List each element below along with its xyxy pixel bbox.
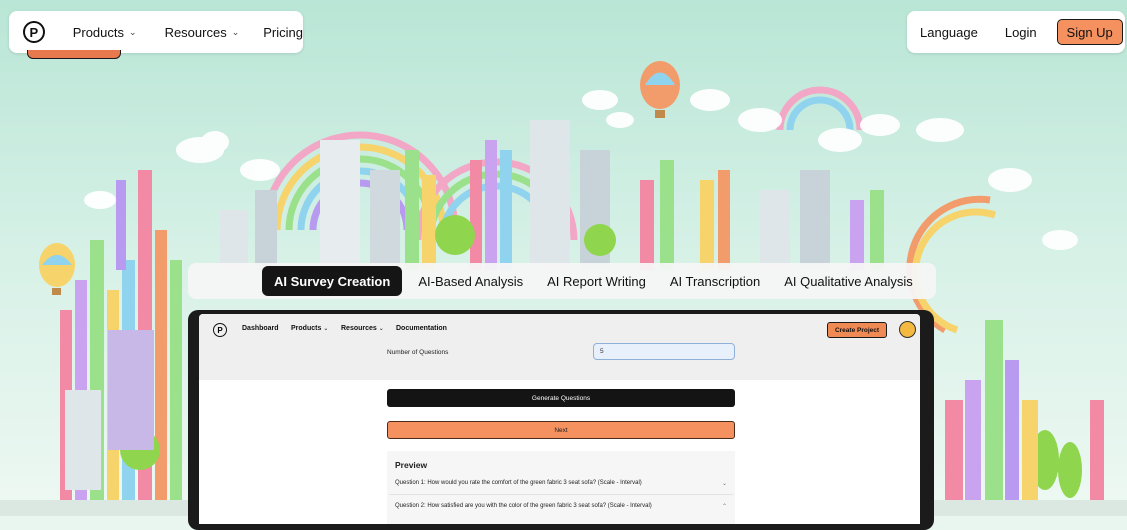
- nav-pricing[interactable]: Pricing: [263, 25, 303, 40]
- app-header: [199, 314, 920, 380]
- question-text: Question 2: How satisfied are you with t…: [395, 503, 652, 509]
- nav-resources[interactable]: Resources ⌄: [165, 25, 240, 40]
- cta-button-peek: [27, 50, 121, 59]
- chevron-down-icon: ⌄: [323, 326, 329, 332]
- preview-panel: [387, 451, 735, 524]
- tab-ai-based-analysis[interactable]: AI-Based Analysis: [406, 266, 535, 296]
- question-row[interactable]: Question 1: How would you rate the comfo…: [395, 480, 729, 487]
- generate-questions-button[interactable]: Generate Questions: [387, 389, 735, 407]
- feature-tabs: AI Survey Creation AI-Based Analysis AI …: [188, 263, 936, 299]
- question-row[interactable]: Question 2: How satisfied are you with t…: [395, 503, 729, 510]
- app-logo-icon[interactable]: P: [213, 323, 227, 337]
- question-text: Question 1: How would you rate the comfo…: [395, 480, 642, 486]
- nav-products-label: Products: [72, 24, 125, 40]
- avatar-icon[interactable]: [899, 321, 916, 338]
- app-nav-documentation[interactable]: Documentation: [396, 325, 447, 332]
- top-nav-left: P Products ⌄ Resources ⌄ Pricing: [9, 11, 303, 53]
- app-nav-resources[interactable]: Resources ⌄: [341, 325, 384, 332]
- tab-ai-qualitative-analysis[interactable]: AI Qualitative Analysis: [772, 266, 925, 296]
- nav-products[interactable]: Products ⌄: [73, 25, 137, 40]
- number-of-questions-input[interactable]: 5: [593, 343, 735, 360]
- top-nav-right: Language Login Sign Up: [907, 11, 1125, 53]
- logo-icon[interactable]: P: [23, 21, 45, 43]
- chevron-up-icon: ⌃: [721, 504, 727, 510]
- nav-resources-label: Resources: [164, 24, 227, 40]
- signup-button[interactable]: Sign Up: [1056, 19, 1123, 45]
- tab-ai-survey-creation[interactable]: AI Survey Creation: [262, 266, 403, 296]
- app-nav-products-label: Products: [291, 325, 322, 332]
- app-nav-products[interactable]: Products ⌄: [291, 325, 328, 332]
- divider: [389, 494, 733, 495]
- app-nav-resources-label: Resources: [341, 325, 377, 332]
- language-link[interactable]: Language: [920, 25, 978, 40]
- tab-ai-report-writing[interactable]: AI Report Writing: [535, 266, 658, 296]
- app-screenshot: P Dashboard Products ⌄ Resources ⌄ Documen…: [199, 314, 920, 524]
- number-of-questions-label: Number of Questions: [387, 349, 449, 356]
- chevron-down-icon: ⌄: [129, 26, 137, 37]
- preview-title: Preview: [395, 460, 428, 470]
- next-button[interactable]: Next: [387, 421, 735, 439]
- chevron-down-icon: ⌄: [378, 326, 384, 332]
- tab-ai-transcription[interactable]: AI Transcription: [658, 266, 772, 296]
- app-nav-dashboard[interactable]: Dashboard: [242, 325, 279, 332]
- create-project-button[interactable]: Create Project: [827, 322, 887, 338]
- chevron-down-icon: ⌄: [721, 481, 727, 487]
- login-link[interactable]: Login: [1005, 25, 1037, 40]
- chevron-down-icon: ⌄: [231, 26, 240, 37]
